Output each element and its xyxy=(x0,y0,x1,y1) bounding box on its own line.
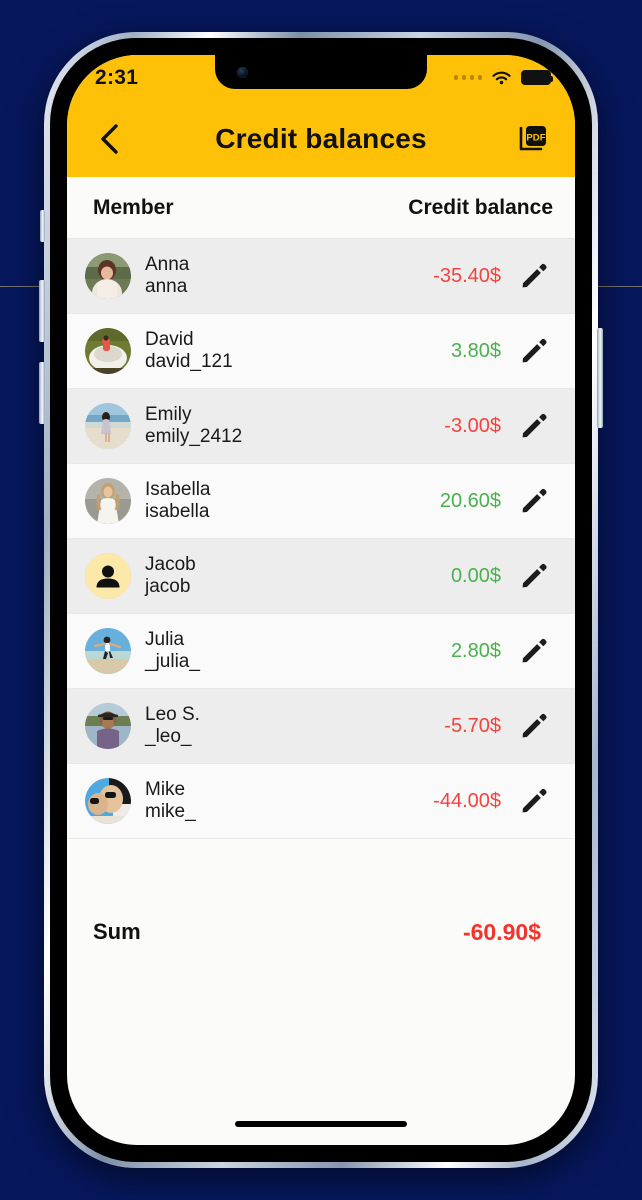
phone-bezel: 2:31 Credit balances PDF Member Credit b… xyxy=(50,38,592,1162)
table-row[interactable]: Anna anna -35.40$ xyxy=(67,239,575,314)
member-names: David david_121 xyxy=(145,329,233,374)
status-clock: 2:31 xyxy=(95,65,139,89)
home-indicator[interactable] xyxy=(235,1121,407,1127)
edit-balance-button[interactable] xyxy=(513,638,555,664)
credit-balance-value: 2.80$ xyxy=(450,639,501,662)
member-display-name: Mike xyxy=(145,778,186,800)
phone-screen: 2:31 Credit balances PDF Member Credit b… xyxy=(67,55,575,1145)
status-indicators xyxy=(453,70,553,86)
edit-balance-button[interactable] xyxy=(513,563,555,589)
display-notch xyxy=(215,55,427,89)
member-username: _leo_ xyxy=(145,726,192,747)
member-username: anna xyxy=(145,276,188,297)
edit-balance-button[interactable] xyxy=(513,788,555,814)
column-header-balance: Credit balance xyxy=(408,195,553,219)
battery-full-icon xyxy=(521,70,553,85)
pencil-icon xyxy=(522,638,547,663)
member-names: Jacob jacob xyxy=(145,554,196,599)
power-button[interactable] xyxy=(597,328,603,428)
table-row[interactable]: Isabella isabella 20.60$ xyxy=(67,464,575,539)
pencil-icon xyxy=(522,488,547,513)
avatar xyxy=(85,478,131,524)
edit-balance-button[interactable] xyxy=(513,413,555,439)
silent-switch-button[interactable] xyxy=(40,210,45,242)
member-username: david_121 xyxy=(145,351,233,372)
cellular-dots-icon xyxy=(453,75,482,80)
member-display-name: Anna xyxy=(145,253,190,275)
member-names: Isabella isabella xyxy=(145,479,211,524)
front-camera-icon xyxy=(237,67,248,78)
credit-balance-value: 20.60$ xyxy=(439,489,501,512)
member-display-name: Jacob xyxy=(145,553,196,575)
member-display-name: Isabella xyxy=(145,478,211,500)
member-names: Anna anna xyxy=(145,254,189,299)
credit-balance-value: -35.40$ xyxy=(433,264,501,287)
member-names: Julia _julia_ xyxy=(145,629,200,674)
table-row[interactable]: Jacob jacob 0.00$ xyxy=(67,539,575,614)
credit-balance-value: -44.00$ xyxy=(433,789,501,812)
member-names: Mike mike_ xyxy=(145,779,196,824)
member-username: emily_2412 xyxy=(145,426,243,447)
pencil-icon xyxy=(522,263,547,288)
pencil-icon xyxy=(522,563,547,588)
volume-up-button[interactable] xyxy=(39,280,45,342)
table-header: Member Credit balance xyxy=(67,177,575,239)
table-row[interactable]: Julia _julia_ 2.80$ xyxy=(67,614,575,689)
pencil-icon xyxy=(522,338,547,363)
edit-balance-button[interactable] xyxy=(513,713,555,739)
back-button[interactable] xyxy=(89,119,129,159)
pdf-export-icon: PDF xyxy=(519,125,546,150)
credit-balance-value: 0.00$ xyxy=(450,564,501,587)
wifi-icon xyxy=(492,71,511,84)
page-title: Credit balances xyxy=(215,122,427,154)
avatar xyxy=(85,328,131,374)
avatar xyxy=(85,553,131,599)
table-row[interactable]: Mike mike_ -44.00$ xyxy=(67,764,575,839)
navigation-bar: Credit balances PDF xyxy=(67,100,575,177)
chevron-left-icon xyxy=(101,123,118,154)
svg-text:PDF: PDF xyxy=(526,132,545,143)
avatar xyxy=(85,253,131,299)
summary-value: -60.90$ xyxy=(462,918,541,945)
summary-row: Sum -60.90$ xyxy=(67,895,575,969)
edit-balance-button[interactable] xyxy=(513,338,555,364)
avatar xyxy=(85,403,131,449)
summary-label: Sum xyxy=(93,919,141,944)
volume-down-button[interactable] xyxy=(39,362,45,424)
credit-balance-value: -3.00$ xyxy=(444,414,501,437)
pencil-icon xyxy=(522,713,547,738)
member-username: jacob xyxy=(145,576,191,597)
avatar xyxy=(85,778,131,824)
export-pdf-button[interactable]: PDF xyxy=(513,119,553,159)
table-row[interactable]: Emily emily_2412 -3.00$ xyxy=(67,389,575,464)
edit-balance-button[interactable] xyxy=(513,488,555,514)
member-username: isabella xyxy=(145,501,210,522)
member-display-name: David xyxy=(145,328,194,350)
table-row[interactable]: David david_121 3.80$ xyxy=(67,314,575,389)
member-display-name: Julia xyxy=(145,628,185,650)
avatar xyxy=(85,703,131,749)
member-names: Emily emily_2412 xyxy=(145,404,242,449)
credit-balance-value: 3.80$ xyxy=(450,339,501,362)
member-display-name: Emily xyxy=(145,403,192,425)
phone-device-frame: 2:31 Credit balances PDF Member Credit b… xyxy=(39,32,603,1168)
table-row[interactable]: Leo S. _leo_ -5.70$ xyxy=(67,689,575,764)
member-display-name: Leo S. xyxy=(145,703,200,725)
member-list: Anna anna -35.40$ David david_121 3.80$ Emily e… xyxy=(67,239,575,839)
member-username: mike_ xyxy=(145,801,196,822)
member-username: _julia_ xyxy=(145,651,200,672)
column-header-member: Member xyxy=(93,195,174,219)
avatar xyxy=(85,628,131,674)
credit-balance-value: -5.70$ xyxy=(444,714,501,737)
pencil-icon xyxy=(522,413,547,438)
member-names: Leo S. _leo_ xyxy=(145,704,200,749)
pencil-icon xyxy=(522,788,547,813)
edit-balance-button[interactable] xyxy=(513,263,555,289)
